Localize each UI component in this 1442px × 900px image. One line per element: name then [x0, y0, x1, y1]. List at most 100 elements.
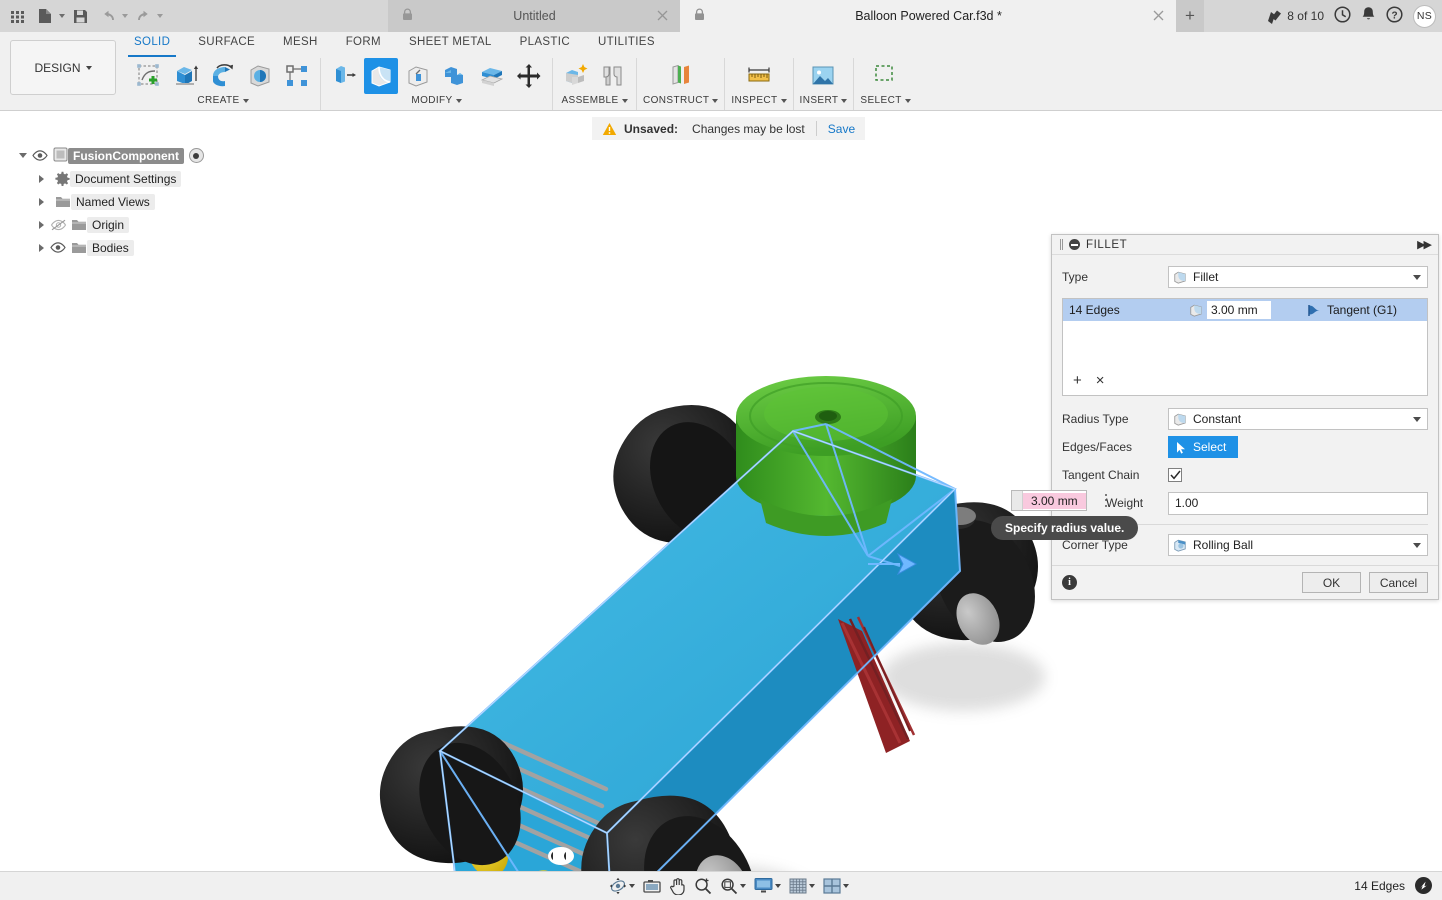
job-status-button[interactable]: 8 of 10	[1267, 9, 1324, 24]
viewports-button[interactable]	[820, 874, 852, 898]
close-icon[interactable]	[656, 9, 670, 23]
avatar[interactable]: NS	[1413, 4, 1436, 28]
chevron-down-icon[interactable]	[629, 883, 635, 888]
collapse-icon[interactable]	[1069, 239, 1080, 250]
cancel-button[interactable]: Cancel	[1369, 572, 1428, 593]
remove-selection-button[interactable]: ×	[1096, 373, 1105, 388]
panel-modify-label[interactable]: MODIFY	[411, 95, 462, 106]
drag-handle-icon[interactable]	[1012, 491, 1023, 510]
ok-button[interactable]: OK	[1302, 572, 1361, 593]
panel-inspect-label[interactable]: INSPECT	[731, 95, 787, 106]
drag-handle-icon[interactable]	[1060, 239, 1063, 250]
workspace-selector[interactable]: DESIGN	[10, 40, 116, 95]
revolve-icon[interactable]	[206, 58, 240, 94]
expand-collapse-arrow-icon[interactable]	[34, 197, 48, 206]
tab-form[interactable]: FORM	[332, 34, 395, 54]
fillet-edge-continuity[interactable]: Tangent (G1)	[1307, 303, 1397, 317]
redo-icon[interactable]	[130, 3, 156, 29]
save-icon[interactable]	[67, 3, 93, 29]
info-icon[interactable]: i	[1062, 575, 1077, 590]
redo-button[interactable]	[130, 3, 163, 29]
chevron-down-icon[interactable]	[740, 883, 746, 888]
look-at-button[interactable]	[640, 874, 664, 898]
undo-dropdown-caret-icon[interactable]	[122, 14, 128, 18]
undo-icon[interactable]	[95, 3, 121, 29]
document-tab-balloon-car[interactable]: Balloon Powered Car.f3d *	[680, 0, 1176, 32]
panel-insert-label[interactable]: INSERT	[800, 95, 848, 106]
panel-select-label[interactable]: SELECT	[860, 95, 911, 106]
expand-collapse-arrow-icon[interactable]	[16, 153, 30, 158]
tree-item-origin[interactable]: Origin	[16, 213, 316, 236]
visibility-eye-icon[interactable]	[30, 150, 50, 161]
tree-item-bodies[interactable]: Bodies	[16, 236, 316, 259]
chamfer-icon[interactable]	[401, 58, 435, 94]
zoom-window-button[interactable]	[717, 874, 749, 898]
weight-input[interactable]: 1.00	[1168, 491, 1428, 515]
tab-solid[interactable]: SOLID	[120, 34, 184, 57]
window-selection-icon[interactable]	[869, 58, 903, 94]
tree-item-document-settings[interactable]: Document Settings	[16, 167, 316, 190]
dock-right-icon[interactable]: ▶▶	[1417, 238, 1432, 251]
new-component-icon[interactable]	[559, 58, 593, 94]
press-pull-icon[interactable]	[327, 58, 361, 94]
tab-sheet-metal[interactable]: SHEET METAL	[395, 34, 506, 54]
undo-button[interactable]	[95, 3, 128, 29]
fillet-edge-row[interactable]: 14 Edges 3.00 mm Tangent (G1)	[1063, 299, 1427, 321]
close-icon[interactable]	[1152, 9, 1166, 23]
panel-construct-label[interactable]: CONSTRUCT	[643, 95, 719, 106]
panel-create-label[interactable]: CREATE	[197, 95, 249, 106]
radius-type-select[interactable]: Constant	[1168, 408, 1428, 430]
help-icon[interactable]: ?	[1386, 6, 1403, 26]
tab-plastic[interactable]: PLASTIC	[506, 34, 584, 54]
insert-image-icon[interactable]	[806, 58, 840, 94]
select-button[interactable]: Select	[1168, 436, 1239, 458]
recent-activity-icon[interactable]	[1334, 6, 1351, 26]
corner-type-select[interactable]: Rolling Ball	[1168, 534, 1428, 556]
panel-assemble-label[interactable]: ASSEMBLE	[561, 95, 628, 106]
activate-component-radio[interactable]	[188, 148, 204, 163]
canvas-radius-input[interactable]: 3.00 mm	[1011, 490, 1087, 511]
expand-collapse-arrow-icon[interactable]	[34, 220, 48, 229]
display-settings-button[interactable]	[751, 874, 784, 898]
canvas-radius-menu-icon[interactable]	[1103, 492, 1109, 509]
visibility-eye-hidden-icon[interactable]	[48, 219, 68, 231]
fillet-dialog-header[interactable]: FILLET ▶▶	[1052, 235, 1438, 255]
joint-icon[interactable]	[596, 58, 630, 94]
grid-apps-icon[interactable]	[4, 3, 30, 29]
sphere-icon[interactable]	[243, 58, 277, 94]
chevron-down-icon[interactable]	[843, 883, 849, 888]
tab-mesh[interactable]: MESH	[269, 34, 332, 54]
tangent-chain-checkbox[interactable]	[1168, 468, 1182, 482]
add-selection-button[interactable]: +	[1073, 373, 1082, 388]
tab-utilities[interactable]: UTILITIES	[584, 34, 669, 54]
new-file-dropdown-caret-icon[interactable]	[59, 14, 65, 18]
new-file-icon[interactable]	[32, 3, 58, 29]
fillet-type-select[interactable]: Fillet	[1168, 266, 1428, 288]
move-copy-icon[interactable]	[512, 58, 546, 94]
fillet-edge-radius-input[interactable]: 3.00 mm	[1207, 301, 1271, 319]
pan-button[interactable]	[666, 874, 689, 898]
tree-item-fusioncomponent[interactable]: FusionComponent	[16, 144, 316, 167]
tree-item-named-views[interactable]: Named Views	[16, 190, 316, 213]
zoom-in-button[interactable]	[691, 874, 715, 898]
tab-surface[interactable]: SURFACE	[184, 34, 269, 54]
document-tab-untitled[interactable]: Untitled	[388, 0, 680, 32]
orbit-button[interactable]	[606, 874, 638, 898]
fusion-logo-icon[interactable]	[1415, 877, 1432, 894]
chevron-down-icon[interactable]	[775, 883, 781, 888]
redo-dropdown-caret-icon[interactable]	[157, 14, 163, 18]
extrude-icon[interactable]	[169, 58, 203, 94]
split-body-icon[interactable]	[475, 58, 509, 94]
notifications-bell-icon[interactable]	[1361, 6, 1376, 26]
pattern-icon[interactable]	[280, 58, 314, 94]
offset-plane-icon[interactable]	[664, 58, 698, 94]
new-tab-button[interactable]: +	[1176, 0, 1204, 32]
shell-icon[interactable]	[438, 58, 472, 94]
expand-collapse-arrow-icon[interactable]	[34, 174, 48, 183]
expand-collapse-arrow-icon[interactable]	[34, 243, 48, 252]
measure-icon[interactable]	[742, 58, 776, 94]
create-sketch-icon[interactable]	[132, 58, 166, 94]
chevron-down-icon[interactable]	[809, 883, 815, 888]
visibility-eye-icon[interactable]	[48, 242, 68, 253]
fillet-icon[interactable]	[364, 58, 398, 94]
